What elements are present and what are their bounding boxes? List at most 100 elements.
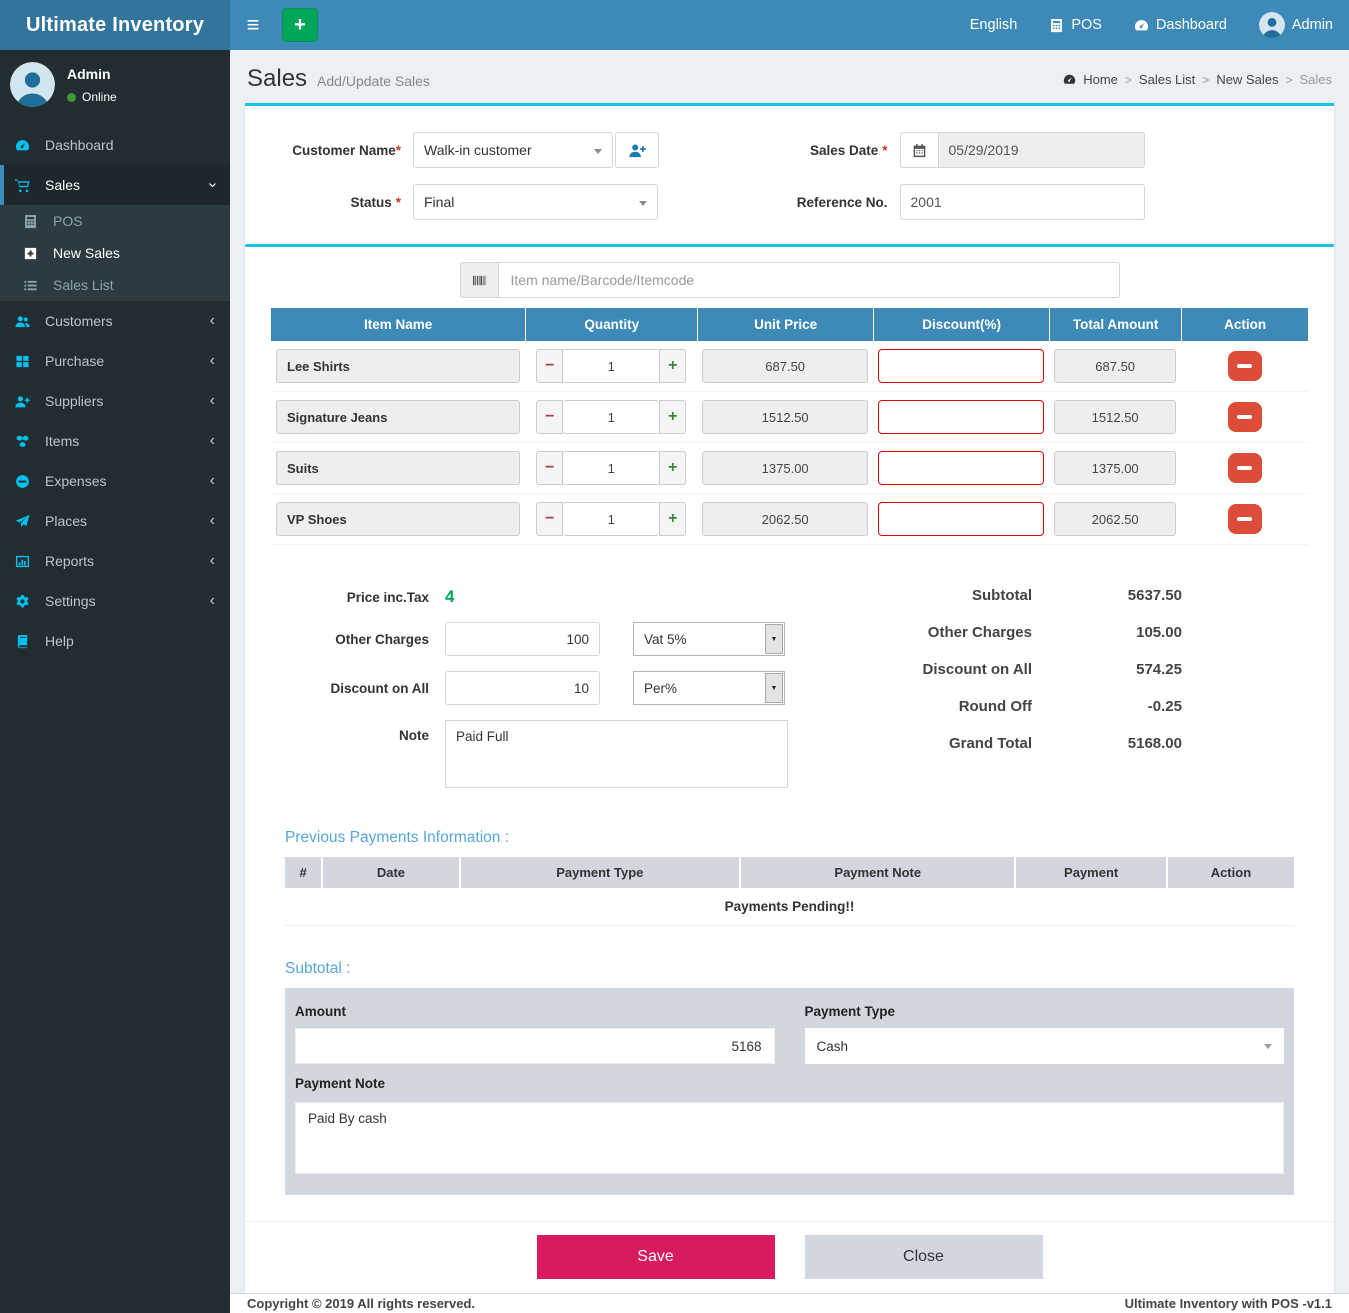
sidebar-item-purchase[interactable]: Purchase ‹ [0, 341, 230, 381]
pos-link[interactable]: POS [1033, 0, 1118, 50]
remove-item-button[interactable] [1228, 351, 1262, 381]
minus-icon [1237, 517, 1252, 521]
unit-price-input[interactable] [702, 502, 868, 536]
discount-input[interactable] [878, 451, 1044, 485]
sidebar-item-dashboard[interactable]: Dashboard [0, 125, 230, 165]
unit-price-input[interactable] [702, 400, 868, 434]
item-name-input[interactable] [276, 400, 520, 434]
customer-select[interactable]: Walk-in customer [413, 132, 613, 168]
item-count-value: 4 [445, 587, 454, 607]
user-menu[interactable]: Admin [1243, 0, 1349, 50]
sidebar-subitem-pos[interactable]: POS [0, 205, 230, 237]
chevron-down-icon: ▼ [765, 624, 783, 654]
navbar: ≡ + English POS Dashboard Admin [230, 0, 1349, 50]
status-label: Status* [245, 195, 413, 210]
items-table: Item Name Quantity Unit Price Discount(%… [271, 308, 1308, 545]
unit-price-input[interactable] [702, 349, 868, 383]
total-amount-input[interactable] [1054, 502, 1176, 536]
close-button[interactable]: Close [805, 1235, 1043, 1279]
minus-icon [1237, 415, 1252, 419]
quantity-increase-button[interactable]: + [659, 451, 686, 485]
breadcrumb-home[interactable]: Home [1083, 72, 1118, 87]
remove-item-button[interactable] [1228, 504, 1262, 534]
amount-input[interactable] [295, 1028, 775, 1064]
payment-note-label: Payment Note [295, 1076, 1284, 1091]
quantity-decrease-button[interactable]: − [536, 400, 563, 434]
navbar-right: English POS Dashboard Admin [954, 0, 1349, 50]
quantity-decrease-button[interactable]: − [536, 451, 563, 485]
sales-submenu: POS New Sales Sales List [0, 205, 230, 301]
dashboard-link[interactable]: Dashboard [1118, 0, 1243, 50]
discount-input[interactable] [878, 349, 1044, 383]
col-payment-note: Payment Note [739, 857, 1014, 888]
item-search-input[interactable] [498, 262, 1120, 298]
total-amount-input[interactable] [1054, 349, 1176, 383]
quantity-increase-button[interactable]: + [659, 400, 686, 434]
sidebar-item-items[interactable]: Items ‹ [0, 421, 230, 461]
minus-circle-icon [15, 474, 35, 489]
save-button[interactable]: Save [537, 1235, 775, 1279]
note-textarea[interactable]: Paid Full [445, 720, 788, 788]
breadcrumb-sales-list[interactable]: Sales List [1139, 72, 1195, 87]
user-name: Admin [67, 66, 117, 82]
sales-date-input[interactable] [938, 132, 1145, 168]
sidebar-subitem-sales-list[interactable]: Sales List [0, 269, 230, 301]
status-select[interactable]: Final [413, 184, 658, 220]
add-customer-button[interactable] [615, 132, 659, 168]
discount-total-label: Discount on All [923, 661, 1032, 678]
item-name-input[interactable] [276, 451, 520, 485]
col-number: # [285, 857, 321, 888]
app-window: Ultimate Inventory ≡ + English POS Dashb… [0, 0, 1349, 1313]
sidebar-menu: Dashboard Sales ‹ POS New Sales Sales L [0, 125, 230, 661]
quantity-input[interactable] [563, 502, 659, 536]
hamburger-icon[interactable]: ≡ [230, 0, 276, 50]
quick-add-button[interactable]: + [282, 8, 318, 42]
payment-type-select[interactable]: Cash [805, 1028, 1285, 1064]
calendar-icon[interactable] [900, 132, 938, 168]
sidebar-item-help[interactable]: Help [0, 621, 230, 661]
remove-item-button[interactable] [1228, 453, 1262, 483]
quantity-decrease-button[interactable]: − [536, 349, 563, 383]
reference-no-input[interactable] [900, 184, 1145, 220]
quantity-input[interactable] [563, 400, 659, 434]
col-date: Date [321, 857, 458, 888]
chevron-down-icon [639, 201, 647, 206]
quantity-increase-button[interactable]: + [659, 502, 686, 536]
language-menu[interactable]: English [954, 0, 1034, 50]
sidebar-item-places[interactable]: Places ‹ [0, 501, 230, 541]
other-charges-input[interactable] [445, 622, 600, 656]
sidebar-item-expenses[interactable]: Expenses ‹ [0, 461, 230, 501]
item-name-input[interactable] [276, 349, 520, 383]
other-charges-type-select[interactable]: Vat 5% ▼ [633, 622, 785, 656]
discount-on-all-input[interactable] [445, 671, 600, 705]
sidebar-item-settings[interactable]: Settings ‹ [0, 581, 230, 621]
discount-input[interactable] [878, 502, 1044, 536]
sidebar-subitem-new-sales[interactable]: New Sales [0, 237, 230, 269]
cart-icon [15, 178, 35, 193]
chevron-down-icon [594, 149, 602, 154]
sidebar-item-suppliers[interactable]: Suppliers ‹ [0, 381, 230, 421]
payment-note-textarea[interactable]: Paid By cash [295, 1102, 1284, 1174]
sidebar-item-customers[interactable]: Customers ‹ [0, 301, 230, 341]
footer: Copyright © 2019 All rights reserved. Ul… [230, 1293, 1349, 1313]
brand-logo[interactable]: Ultimate Inventory [0, 0, 230, 50]
quantity-increase-button[interactable]: + [659, 349, 686, 383]
remove-item-button[interactable] [1228, 402, 1262, 432]
user-plus-icon [629, 142, 646, 159]
sidebar-item-sales[interactable]: Sales ‹ [0, 165, 230, 205]
unit-price-input[interactable] [702, 451, 868, 485]
discount-input[interactable] [878, 400, 1044, 434]
breadcrumb: Home > Sales List > New Sales > Sales [1063, 72, 1332, 87]
round-off-label: Round Off [959, 698, 1032, 715]
item-name-input[interactable] [276, 502, 520, 536]
breadcrumb-new-sales[interactable]: New Sales [1216, 72, 1278, 87]
quantity-input[interactable] [563, 349, 659, 383]
quantity-input[interactable] [563, 451, 659, 485]
users-icon [15, 314, 35, 329]
note-label: Note [279, 728, 429, 743]
discount-type-select[interactable]: Per% ▼ [633, 671, 785, 705]
quantity-decrease-button[interactable]: − [536, 502, 563, 536]
total-amount-input[interactable] [1054, 451, 1176, 485]
sidebar-item-reports[interactable]: Reports ‹ [0, 541, 230, 581]
total-amount-input[interactable] [1054, 400, 1176, 434]
